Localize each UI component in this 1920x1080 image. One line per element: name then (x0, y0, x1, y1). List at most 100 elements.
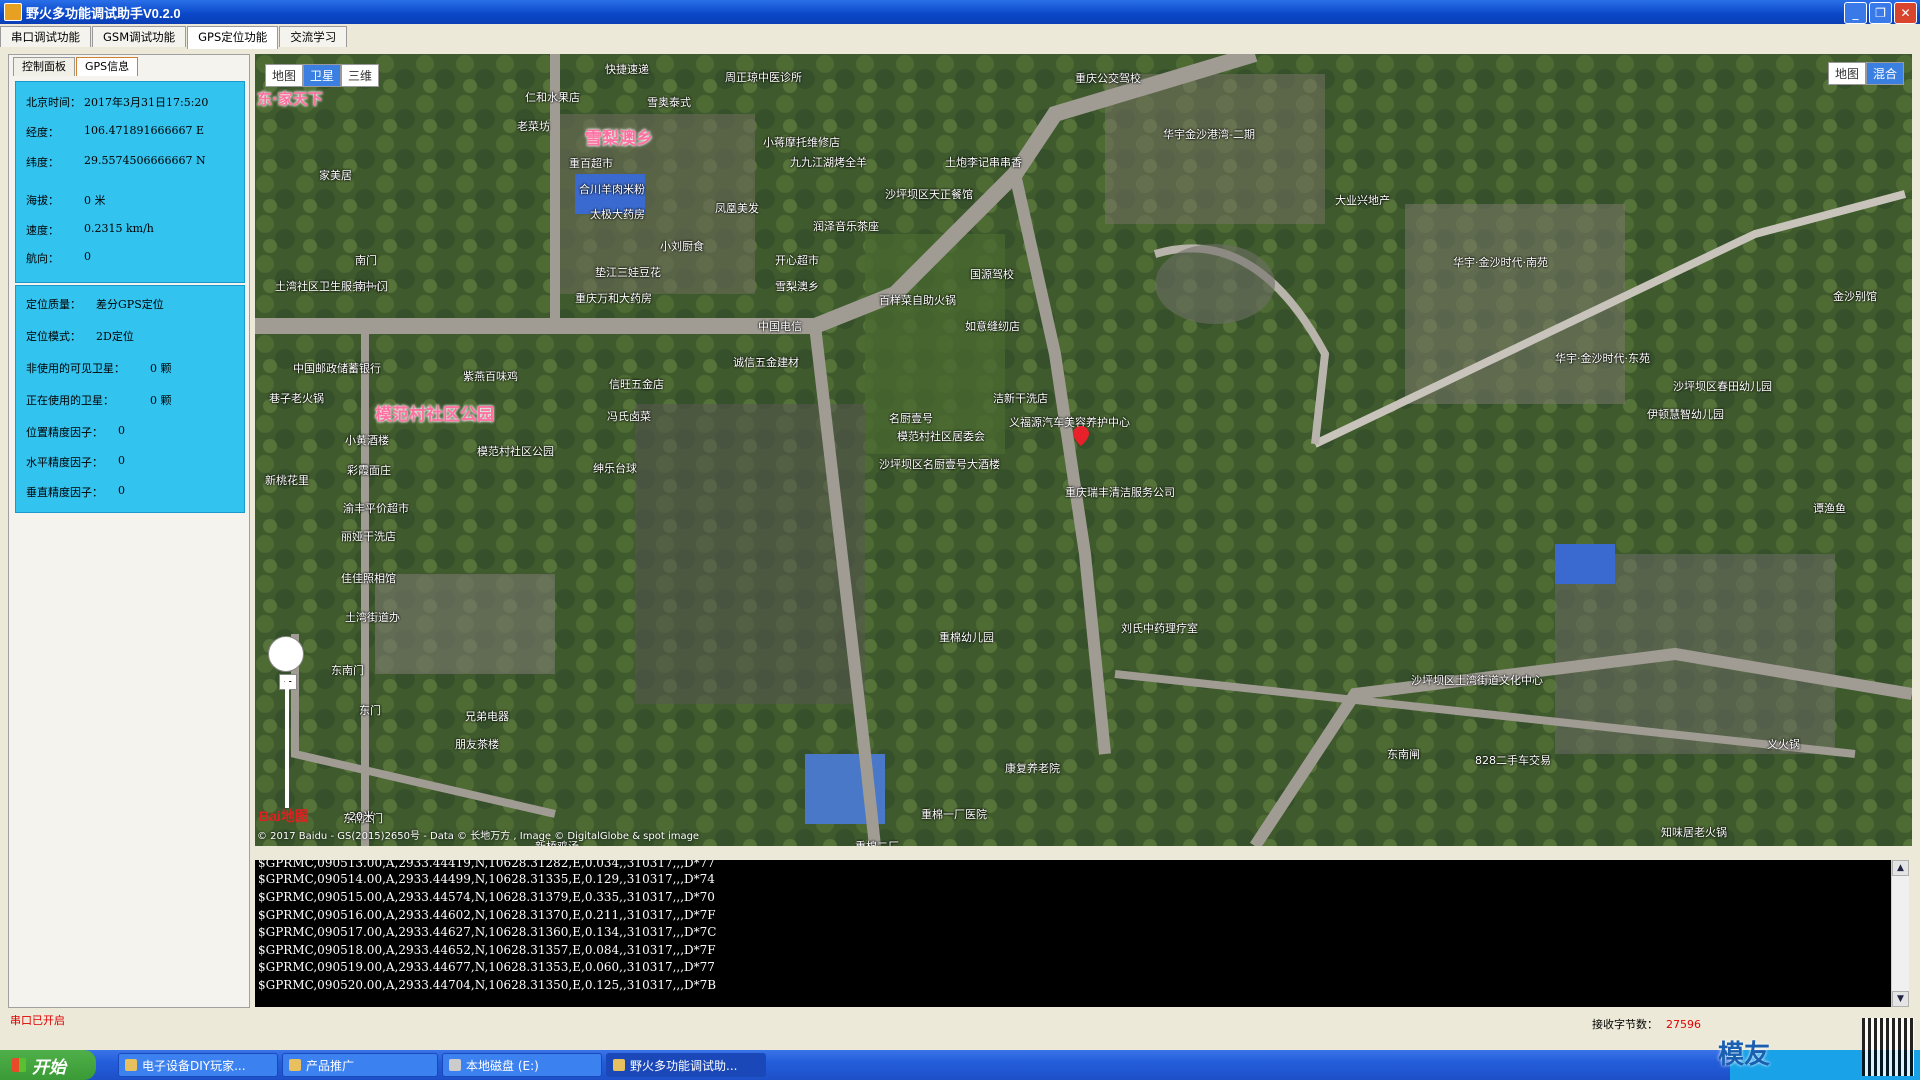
taskbar-item[interactable]: 产品推广 (282, 1053, 438, 1077)
poi-label[interactable]: 开心超市 (775, 252, 819, 268)
poi-label[interactable]: 朋友茶楼 (455, 736, 499, 752)
poi-label[interactable]: 凤凰美发 (715, 200, 759, 216)
label: 水平精度因子： (26, 456, 103, 469)
poi-label[interactable]: 垫江三娃豆花 (595, 264, 661, 280)
poi-label[interactable]: 重庆公交驾校 (1075, 70, 1141, 86)
poi-label[interactable]: 东门 (359, 702, 381, 718)
nmea-console[interactable]: $GPRMC,090513.00,A,2933.44419,N,10628.31… (255, 860, 1891, 1007)
scroll-down-icon[interactable]: ▼ (1892, 991, 1909, 1007)
window-controls: _ ❐ ✕ (1844, 2, 1917, 24)
poi-label[interactable]: 大业兴地产 (1335, 192, 1390, 208)
poi-label[interactable]: 小蒋摩托维修店 (763, 134, 840, 150)
poi-label[interactable]: 重庆瑞丰清洁服务公司 (1065, 484, 1175, 500)
poi-label[interactable]: 家美居 (319, 167, 352, 183)
poi-label[interactable]: 中国邮政储蓄银行 (293, 360, 381, 376)
poi-label[interactable]: 如意缝纫店 (965, 318, 1020, 334)
poi-label[interactable]: 重棉二厂 (855, 838, 899, 846)
poi-label[interactable]: 诚信五金建材 (733, 354, 799, 370)
poi-label[interactable]: 快捷速递 (605, 61, 649, 77)
satellite-map[interactable]: 地图 卫星 三维 地图 混合 雪梨澳乡 模范村社区公园 东·家天下 快捷速递 周… (255, 54, 1912, 846)
poi-label[interactable]: 模范村社区居委会 (897, 428, 985, 444)
poi-label[interactable]: 九九江湖烤全羊 (790, 154, 867, 170)
poi-label[interactable]: 名厨壹号 (889, 410, 933, 426)
poi-label[interactable]: 老菜坊 (517, 118, 550, 134)
console-scrollbar[interactable]: ▲ ▼ (1891, 860, 1909, 1007)
poi-label[interactable]: 刘氏中药理疗室 (1121, 620, 1198, 636)
poi-label[interactable]: 润泽音乐茶座 (813, 218, 879, 234)
start-button[interactable]: 开始 (0, 1050, 96, 1080)
poi-label[interactable]: 佳佳照相馆 (341, 570, 396, 586)
poi-label[interactable]: 沙坪坝区土湾街道文化中心 (1411, 672, 1543, 688)
pdop-row: 位置精度因子： 0 (26, 424, 125, 440)
subtab-gps-info[interactable]: GPS信息 (76, 57, 139, 76)
map-tab-map[interactable]: 地图 (265, 64, 304, 87)
map-tab-3d[interactable]: 三维 (341, 64, 380, 87)
poi-label[interactable]: 合川羊肉米粉 (579, 181, 645, 197)
poi-label[interactable]: 太极大药房 (590, 206, 645, 222)
poi-label[interactable]: 土湾街道办 (345, 609, 400, 625)
poi-label[interactable]: 丽娅干洗店 (341, 528, 396, 544)
zoom-slider[interactable] (285, 678, 289, 808)
poi-label[interactable]: 兄弟电器 (465, 708, 509, 724)
poi-label[interactable]: 周正琼中医诊所 (725, 69, 802, 85)
poi-label[interactable]: 巷子老火锅 (269, 390, 324, 406)
poi-label[interactable]: 雪梨澳乡 (775, 278, 819, 294)
layer-tab-map[interactable]: 地图 (1827, 62, 1866, 85)
poi-label[interactable]: 重棉一厂医院 (921, 806, 987, 822)
map-pan-control[interactable] (268, 636, 304, 672)
tab-serial[interactable]: 串口调试功能 (0, 26, 91, 47)
poi-label[interactable]: 沙坪坝区春田幼儿园 (1673, 378, 1772, 394)
taskbar-item[interactable]: 本地磁盘 (E:) (442, 1053, 602, 1077)
poi-label[interactable]: 伊顿慧智幼儿园 (1647, 406, 1724, 422)
tab-learning[interactable]: 交流学习 (279, 26, 348, 47)
poi-label[interactable]: 彩霞面庄 (347, 462, 391, 478)
poi-label[interactable]: 中国电信 (758, 318, 802, 334)
poi-label[interactable]: 仁和水果店 (525, 89, 580, 105)
poi-label[interactable]: 828二手车交易 (1475, 752, 1551, 768)
poi-label[interactable]: 重棉幼儿园 (939, 629, 994, 645)
poi-label[interactable]: 新桃花里 (265, 472, 309, 488)
poi-label[interactable]: 南一门 (355, 278, 388, 294)
poi-label[interactable]: 重庆万和大药房 (575, 290, 652, 306)
maximize-button[interactable]: ❐ (1869, 2, 1892, 24)
poi-label[interactable]: 冯氏卤菜 (607, 408, 651, 424)
map-tab-satellite[interactable]: 卫星 (303, 64, 342, 87)
poi-label[interactable]: 南门 (355, 252, 377, 268)
minimize-button[interactable]: _ (1844, 2, 1867, 24)
poi-label[interactable]: 东南门 (331, 662, 364, 678)
taskbar-item[interactable]: 野火多功能调试助... (606, 1053, 766, 1077)
poi-label[interactable]: 知味居老火锅 (1661, 824, 1727, 840)
poi-label[interactable]: 小刘厨食 (660, 238, 704, 254)
poi-label[interactable]: 洁新干洗店 (993, 390, 1048, 406)
poi-label[interactable]: 土炮李记串串香 (945, 154, 1022, 170)
poi-label[interactable]: 国源驾校 (970, 266, 1014, 282)
poi-label[interactable]: 华宇·金沙时代·南苑 (1453, 254, 1548, 270)
poi-label[interactable]: 模范村社区公园 (477, 443, 554, 459)
subtab-control-panel[interactable]: 控制面板 (13, 57, 75, 76)
poi-label[interactable]: 华宇·金沙时代·东苑 (1555, 350, 1650, 366)
tab-gsm[interactable]: GSM调试功能 (92, 26, 187, 47)
layer-tab-hybrid[interactable]: 混合 (1865, 62, 1904, 85)
hdop-value: 0 (118, 454, 125, 467)
poi-label[interactable]: 华宇金沙港湾-二期 (1163, 126, 1255, 142)
poi-label[interactable]: 沙坪坝区天正餐馆 (885, 186, 973, 202)
close-button[interactable]: ✕ (1894, 2, 1917, 24)
poi-label[interactable]: 康复养老院 (1005, 760, 1060, 776)
scroll-up-icon[interactable]: ▲ (1892, 860, 1909, 876)
poi-label[interactable]: 义福源汽车美容养护中心 (1009, 414, 1130, 430)
poi-label[interactable]: 沙坪坝区名厨壹号大酒楼 (879, 456, 1000, 472)
poi-label[interactable]: 金沙别馆 (1833, 288, 1877, 304)
poi-label[interactable]: 雪奥泰式 (647, 94, 691, 110)
poi-label[interactable]: 小黄酒楼 (345, 432, 389, 448)
tab-gps[interactable]: GPS定位功能 (187, 26, 279, 49)
poi-label[interactable]: 百样菜自助火锅 (879, 292, 956, 308)
poi-label[interactable]: 信旺五金店 (609, 376, 664, 392)
taskbar-item[interactable]: 电子设备DIY玩家... (118, 1053, 278, 1077)
poi-label[interactable]: 义火锅 (1767, 736, 1800, 752)
poi-label[interactable]: 重百超市 (569, 155, 613, 171)
poi-label[interactable]: 谭渔鱼 (1813, 500, 1846, 516)
poi-label[interactable]: 紫燕百味鸡 (463, 368, 518, 384)
poi-label[interactable]: 渝丰平价超市 (343, 500, 409, 516)
poi-label[interactable]: 东南闸 (1387, 746, 1420, 762)
poi-label[interactable]: 绅乐台球 (593, 460, 637, 476)
